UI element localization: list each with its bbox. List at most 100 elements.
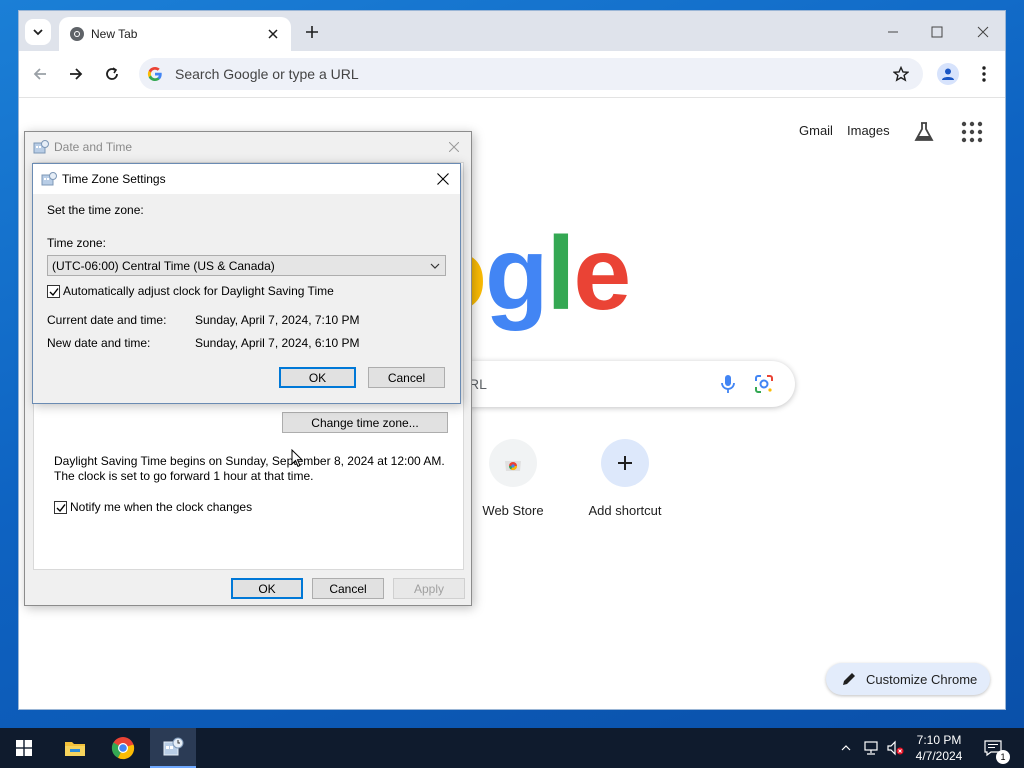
plus-icon <box>306 26 318 38</box>
time-zone-select[interactable]: (UTC-06:00) Central Time (US & Canada) <box>47 255 446 276</box>
ok-button[interactable]: OK <box>279 367 356 388</box>
pencil-icon <box>843 673 855 685</box>
dialog-close-button[interactable] <box>443 136 465 158</box>
new-datetime-label: New date and time: <box>47 336 151 350</box>
shortcut-web-store[interactable]: Web Store <box>457 439 569 518</box>
volume-muted-icon <box>887 740 904 756</box>
new-tab-button[interactable] <box>301 21 323 43</box>
chrome-webstore-icon <box>505 461 521 471</box>
notification-count-badge: 1 <box>996 750 1010 764</box>
kebab-menu-icon <box>982 66 986 82</box>
window-close-button[interactable] <box>971 21 995 43</box>
menu-button[interactable] <box>977 63 991 85</box>
back-button[interactable] <box>29 63 51 85</box>
google-g-icon <box>147 67 162 81</box>
shortcut-add[interactable]: Add shortcut <box>569 439 681 518</box>
chevron-down-icon <box>430 263 440 269</box>
checkmark-icon <box>56 503 66 512</box>
current-datetime-value: Sunday, April 7, 2024, 7:10 PM <box>195 313 360 327</box>
ok-button[interactable]: OK <box>231 578 303 599</box>
arrow-right-icon <box>70 68 83 80</box>
chevron-up-icon <box>841 745 851 751</box>
taskbar-file-explorer[interactable] <box>52 728 98 768</box>
forward-button[interactable] <box>65 63 87 85</box>
notify-checkbox[interactable] <box>54 501 67 514</box>
taskbar-time: 7:10 PM <box>916 733 962 747</box>
network-button[interactable] <box>860 728 882 768</box>
checkmark-icon <box>49 287 59 296</box>
taskbar-date: 4/7/2024 <box>915 749 963 763</box>
labs-flask-icon[interactable] <box>913 121 935 143</box>
network-icon <box>864 741 878 755</box>
tab-close-button[interactable] <box>263 24 283 44</box>
apply-button[interactable]: Apply <box>393 578 465 599</box>
dialog-title: Date and Time <box>54 140 133 154</box>
reload-icon <box>106 67 118 80</box>
notify-label: Notify me when the clock changes <box>70 500 253 514</box>
microphone-icon[interactable] <box>717 373 739 395</box>
chrome-favicon-icon <box>70 27 84 41</box>
date-time-icon <box>33 140 49 154</box>
tab-title: New Tab <box>91 27 138 41</box>
show-hidden-icons-button[interactable] <box>838 728 854 768</box>
new-datetime-value: Sunday, April 7, 2024, 6:10 PM <box>195 336 360 350</box>
time-zone-settings-dialog: Time Zone Settings Set the time zone: Ti… <box>32 163 461 404</box>
volume-button[interactable] <box>884 728 906 768</box>
close-icon <box>977 26 989 38</box>
plus-icon <box>618 456 632 470</box>
windows-logo-icon <box>16 740 32 756</box>
taskbar-chrome[interactable] <box>100 728 146 768</box>
cancel-button[interactable]: Cancel <box>368 367 445 388</box>
customize-chrome-button[interactable]: Customize Chrome <box>826 663 990 695</box>
dialog-title: Time Zone Settings <box>62 172 166 186</box>
browser-toolbar: Search Google or type a URL <box>19 51 1005 98</box>
shortcut-icon-circle <box>601 439 649 487</box>
shortcut-label: Web Store <box>482 503 544 518</box>
maximize-button[interactable] <box>925 21 949 43</box>
maximize-icon <box>931 26 943 38</box>
images-link[interactable]: Images <box>847 123 890 138</box>
chrome-icon <box>111 737 135 760</box>
omnibox[interactable]: Search Google or type a URL <box>139 58 923 90</box>
date-time-icon <box>41 172 57 186</box>
shortcut-icon-circle <box>489 439 537 487</box>
change-time-zone-button[interactable]: Change time zone... <box>282 412 448 433</box>
set-time-zone-heading: Set the time zone: <box>47 203 144 217</box>
clock-button[interactable]: 7:10 PM 4/7/2024 <box>906 728 972 768</box>
bookmark-star-button[interactable] <box>891 64 911 84</box>
tab-new-tab[interactable]: New Tab <box>59 17 291 51</box>
folder-icon <box>65 742 85 756</box>
dst-info-line-2: The clock is set to go forward 1 hour at… <box>54 469 314 483</box>
dialog-caption: Date and Time <box>25 132 471 162</box>
star-icon <box>893 66 909 82</box>
omnibox-placeholder: Search Google or type a URL <box>175 66 359 82</box>
start-button[interactable] <box>0 728 48 768</box>
tab-search-button[interactable] <box>25 19 51 45</box>
close-icon <box>268 29 278 39</box>
chevron-down-icon <box>33 29 43 36</box>
date-time-icon <box>163 737 184 756</box>
close-icon <box>437 173 449 185</box>
time-zone-value: (UTC-06:00) Central Time (US & Canada) <box>52 259 275 273</box>
profile-button[interactable] <box>937 63 959 85</box>
google-apps-icon[interactable] <box>961 121 983 143</box>
current-datetime-label: Current date and time: <box>47 313 167 327</box>
auto-dst-checkbox[interactable] <box>47 285 60 298</box>
google-lens-icon[interactable] <box>753 373 775 395</box>
taskbar-date-time[interactable] <box>150 728 196 768</box>
minimize-button[interactable] <box>881 21 905 43</box>
action-center-button[interactable]: 1 <box>978 728 1010 768</box>
close-icon <box>449 142 459 152</box>
dialog-close-button[interactable] <box>432 168 454 190</box>
dialog-caption: Time Zone Settings <box>33 164 460 194</box>
reload-button[interactable] <box>101 63 123 85</box>
customize-chrome-label: Customize Chrome <box>866 672 978 687</box>
gmail-link[interactable]: Gmail <box>799 123 833 138</box>
cancel-button[interactable]: Cancel <box>312 578 384 599</box>
auto-dst-label: Automatically adjust clock for Daylight … <box>63 284 334 298</box>
avatar-icon <box>942 68 954 80</box>
taskbar: 7:10 PM 4/7/2024 1 <box>0 728 1024 768</box>
dst-info-line-1: Daylight Saving Time begins on Sunday, S… <box>54 454 445 468</box>
time-zone-label: Time zone: <box>47 236 106 250</box>
mouse-cursor-icon <box>291 449 303 468</box>
